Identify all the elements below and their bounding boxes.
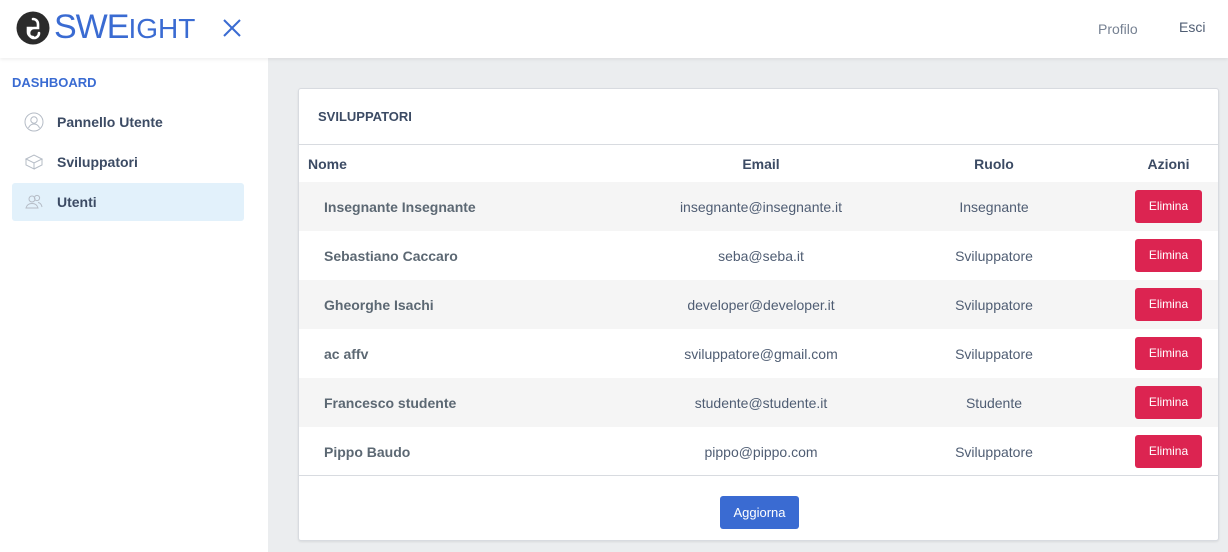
divider bbox=[299, 475, 1218, 476]
user-role: Sviluppatore bbox=[871, 280, 1117, 329]
column-header-azioni: Azioni bbox=[1147, 155, 1190, 172]
column-header-ruolo: Ruolo bbox=[974, 155, 1014, 172]
table-row: Sebastiano Caccaro seba@seba.it Sviluppa… bbox=[299, 231, 1218, 280]
refresh-button[interactable]: Aggiorna bbox=[720, 496, 799, 529]
user-email: pippo@pippo.com bbox=[704, 443, 818, 460]
delete-button[interactable]: Elimina bbox=[1135, 337, 1202, 370]
delete-button[interactable]: Elimina bbox=[1135, 239, 1202, 272]
user-name: Sebastiano Caccaro bbox=[324, 247, 458, 264]
users-table: Nome Email Ruolo Azioni Insegnante Inseg… bbox=[299, 145, 1218, 476]
close-icon[interactable] bbox=[218, 14, 246, 42]
profile-link[interactable]: Profilo bbox=[1098, 21, 1138, 37]
user-name: Francesco studente bbox=[299, 378, 651, 427]
table-row: Gheorghe Isachi developer@developer.it S… bbox=[299, 280, 1218, 329]
delete-button[interactable]: Elimina bbox=[1135, 435, 1202, 468]
sidebar-item-pannello-utente[interactable]: Pannello Utente bbox=[12, 103, 244, 141]
actions-cell: Elimina bbox=[1117, 280, 1218, 329]
user-icon bbox=[24, 112, 44, 132]
sidebar-item-label: Utenti bbox=[57, 194, 97, 210]
brand[interactable]: SWEIGHT bbox=[16, 8, 196, 46]
user-role: Sviluppatore bbox=[955, 247, 1033, 264]
logout-link[interactable]: Esci bbox=[1179, 19, 1205, 35]
actions-cell: Elimina bbox=[1117, 427, 1218, 476]
sidebar-item-sviluppatori[interactable]: Sviluppatori bbox=[12, 143, 244, 181]
column-header-email: Email bbox=[742, 155, 780, 172]
card-title: SVILUPPATORI bbox=[318, 109, 412, 124]
actions-cell: Elimina bbox=[1117, 329, 1218, 378]
table-row: Insegnante Insegnante insegnante@insegna… bbox=[299, 182, 1218, 231]
sidebar-item-utenti[interactable]: Utenti bbox=[12, 183, 244, 221]
developers-card: SVILUPPATORI Nome Email Ruolo Azioni Ins… bbox=[298, 88, 1219, 541]
delete-button[interactable]: Elimina bbox=[1135, 386, 1202, 419]
sidebar: DASHBOARD Pannello Utente Sviluppatori U… bbox=[0, 58, 268, 552]
user-name: Insegnante Insegnante bbox=[299, 182, 651, 231]
delete-button[interactable]: Elimina bbox=[1135, 288, 1202, 321]
user-email: studente@studente.it bbox=[651, 378, 871, 427]
table-header-row: Nome Email Ruolo Azioni bbox=[299, 145, 1218, 182]
sidebar-item-label: Pannello Utente bbox=[57, 114, 163, 130]
user-name: Pippo Baudo bbox=[324, 443, 411, 460]
user-name: ac affv bbox=[324, 345, 369, 362]
user-role: Studente bbox=[871, 378, 1117, 427]
actions-cell: Elimina bbox=[1117, 231, 1218, 280]
user-role: Sviluppatore bbox=[955, 443, 1033, 460]
user-email: sviluppatore@gmail.com bbox=[684, 345, 838, 362]
actions-cell: Elimina bbox=[1117, 182, 1218, 231]
user-role: Sviluppatore bbox=[955, 345, 1033, 362]
top-header: SWEIGHT Profilo Esci bbox=[0, 0, 1228, 58]
delete-button[interactable]: Elimina bbox=[1135, 190, 1202, 223]
sidebar-item-label: Sviluppatori bbox=[57, 154, 138, 170]
box-icon bbox=[24, 154, 44, 170]
card-header: SVILUPPATORI bbox=[299, 89, 1218, 145]
user-email: developer@developer.it bbox=[651, 280, 871, 329]
user-email: insegnante@insegnante.it bbox=[651, 182, 871, 231]
sidebar-title: DASHBOARD bbox=[12, 75, 97, 90]
column-header-nome: Nome bbox=[308, 155, 347, 172]
table-row: Pippo Baudo pippo@pippo.com Sviluppatore… bbox=[299, 427, 1218, 476]
brand-name: SWEIGHT bbox=[54, 8, 196, 46]
user-email: seba@seba.it bbox=[718, 247, 804, 264]
user-role: Insegnante bbox=[871, 182, 1117, 231]
actions-cell: Elimina bbox=[1117, 378, 1218, 427]
fedora-logo-icon bbox=[16, 11, 50, 45]
users-icon bbox=[25, 194, 43, 209]
table-row: Francesco studente studente@studente.it … bbox=[299, 378, 1218, 427]
table-row: ac affv sviluppatore@gmail.com Sviluppat… bbox=[299, 329, 1218, 378]
user-name: Gheorghe Isachi bbox=[299, 280, 651, 329]
